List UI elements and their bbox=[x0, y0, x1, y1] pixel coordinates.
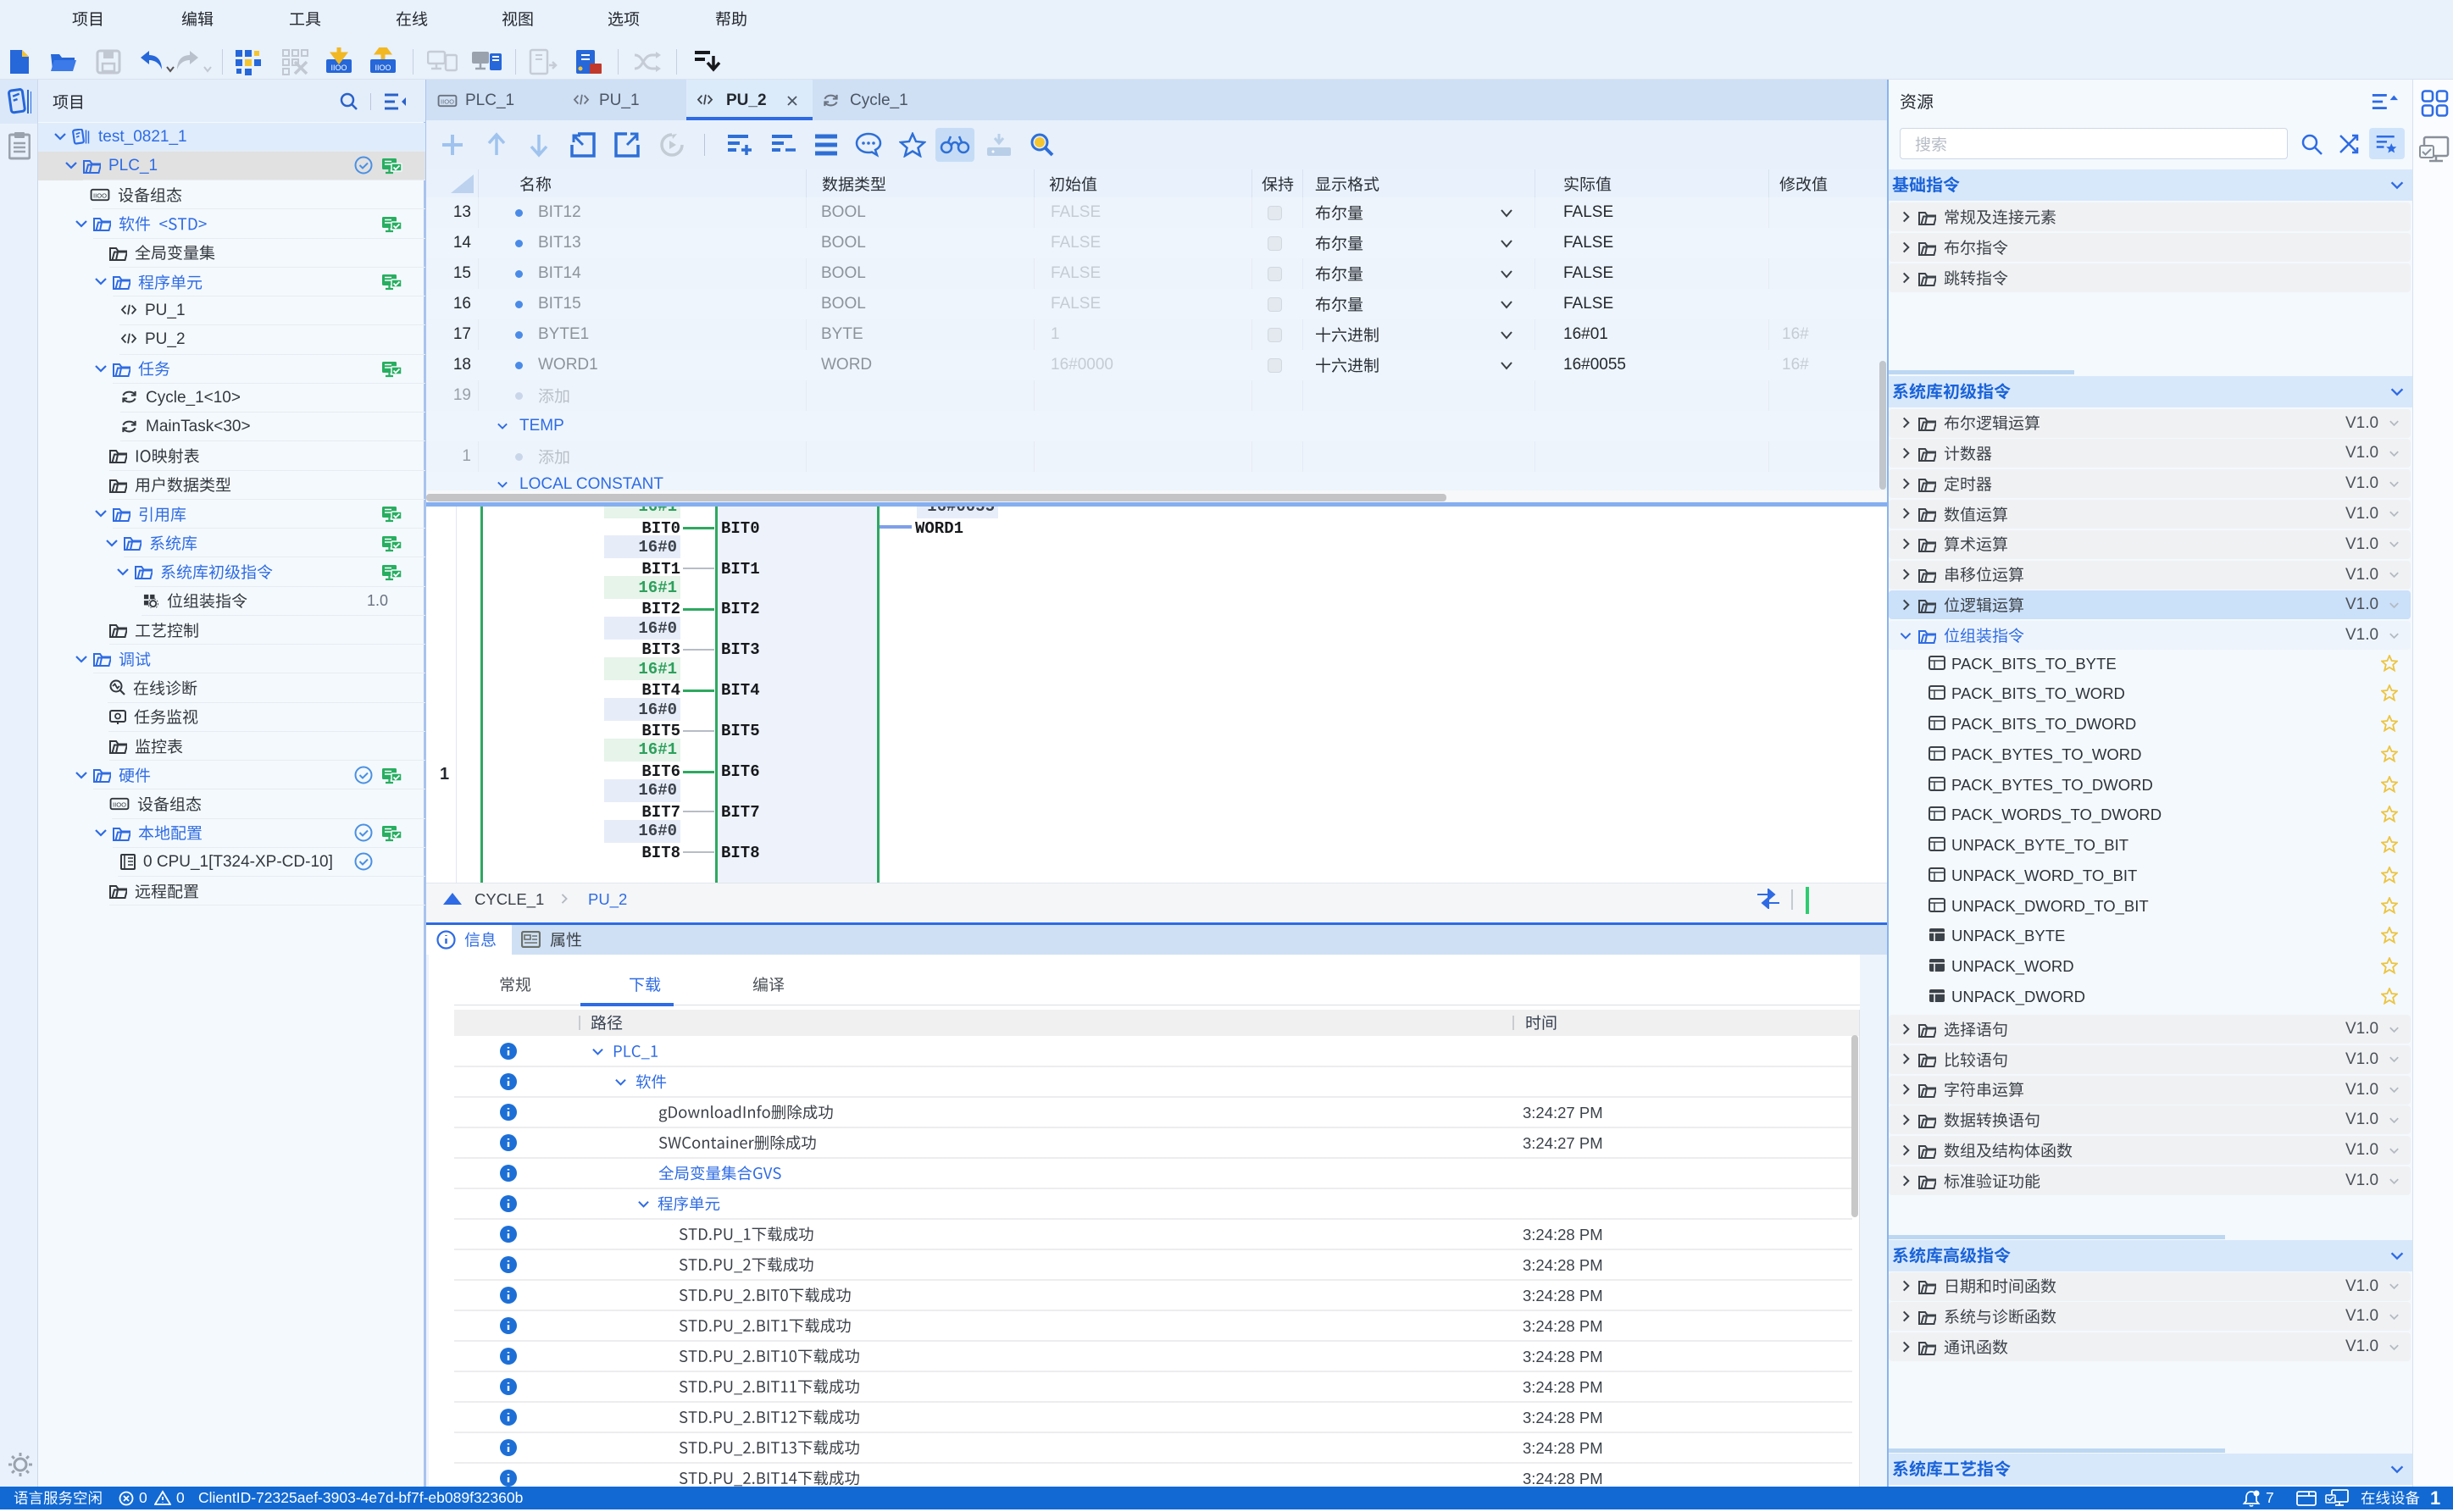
svg-text:IIOO: IIOO bbox=[330, 64, 347, 72]
svg-text:IIOO: IIOO bbox=[93, 191, 107, 199]
svg-text:IIOO: IIOO bbox=[375, 64, 391, 72]
svg-text:IIOO: IIOO bbox=[441, 97, 454, 105]
svg-text:IIOO: IIOO bbox=[113, 800, 126, 808]
